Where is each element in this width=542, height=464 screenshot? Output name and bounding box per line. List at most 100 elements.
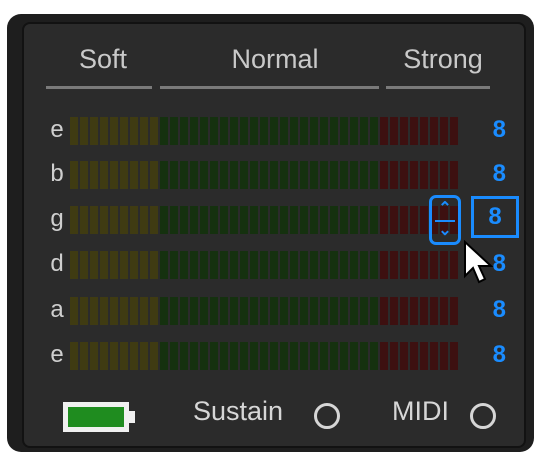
- meter-segment: [360, 342, 368, 370]
- meter-segment: [440, 117, 448, 145]
- meter-segment: [220, 297, 228, 325]
- meter-segment: [380, 161, 388, 189]
- velocity-value[interactable]: 8: [493, 340, 506, 370]
- string-label: g: [50, 205, 64, 232]
- meter-segment: [190, 297, 198, 325]
- meter-segment: [340, 297, 348, 325]
- meter-segment: [160, 206, 168, 234]
- meter-segment: [290, 251, 298, 279]
- string-row-b[interactable]: b 8: [44, 159, 514, 191]
- meter-segment: [220, 251, 228, 279]
- meter-segment: [400, 206, 408, 234]
- meter-segment: [80, 297, 88, 325]
- meter-segment: [200, 161, 208, 189]
- meter-segment: [420, 206, 428, 234]
- meter-segment: [370, 342, 378, 370]
- meter-segment: [350, 117, 358, 145]
- meter-segment: [220, 161, 228, 189]
- velocity-meter[interactable]: [70, 206, 470, 234]
- meter-segment: [370, 161, 378, 189]
- velocity-meter[interactable]: [70, 251, 470, 279]
- meter-segment: [390, 342, 398, 370]
- meter-segment: [80, 206, 88, 234]
- meter-segment: [210, 251, 218, 279]
- velocity-value[interactable]: 8: [493, 115, 506, 145]
- velocity-meter[interactable]: [70, 161, 470, 189]
- velocity-value[interactable]: 8: [493, 159, 506, 189]
- meter-segment: [200, 297, 208, 325]
- string-row-a[interactable]: a 8: [44, 295, 514, 327]
- meter-segment: [320, 117, 328, 145]
- string-row-e-low[interactable]: e 8: [44, 340, 514, 372]
- meter-segment: [430, 342, 438, 370]
- meter-segment: [400, 251, 408, 279]
- meter-segment: [440, 251, 448, 279]
- meter-segment: [170, 206, 178, 234]
- meter-segment: [340, 251, 348, 279]
- meter-segment: [140, 342, 148, 370]
- meter-segment: [220, 117, 228, 145]
- string-row-d[interactable]: d 8: [44, 249, 514, 281]
- meter-segment: [150, 297, 158, 325]
- meter-segment: [100, 206, 108, 234]
- meter-segment: [330, 251, 338, 279]
- meter-segment: [110, 297, 118, 325]
- meter-segment: [340, 342, 348, 370]
- meter-segment: [390, 161, 398, 189]
- meter-segment: [300, 342, 308, 370]
- meter-segment: [120, 161, 128, 189]
- meter-segment: [130, 161, 138, 189]
- meter-segment: [160, 251, 168, 279]
- meter-segment: [240, 342, 248, 370]
- meter-segment: [350, 206, 358, 234]
- meter-segment: [250, 251, 258, 279]
- midi-toggle[interactable]: [470, 403, 496, 429]
- meter-segment: [70, 251, 78, 279]
- value-edit-field[interactable]: 8: [471, 196, 519, 238]
- meter-segment: [420, 251, 428, 279]
- meter-segment: [240, 251, 248, 279]
- meter-segment: [280, 342, 288, 370]
- meter-segment: [330, 297, 338, 325]
- meter-segment: [260, 251, 268, 279]
- meter-segment: [100, 117, 108, 145]
- meter-segment: [250, 206, 258, 234]
- sustain-toggle[interactable]: [314, 403, 340, 429]
- meter-segment: [200, 342, 208, 370]
- meter-segment: [260, 206, 268, 234]
- meter-segment: [170, 251, 178, 279]
- meter-segment: [170, 117, 178, 145]
- meter-segment: [280, 117, 288, 145]
- string-label: d: [50, 250, 64, 277]
- meter-segment: [140, 297, 148, 325]
- meter-segment: [400, 342, 408, 370]
- stepper-up-icon[interactable]: ⌃: [432, 200, 458, 218]
- meter-segment: [330, 161, 338, 189]
- value-stepper[interactable]: ⌃ ⌄: [429, 195, 461, 245]
- header-normal: Normal: [231, 44, 319, 74]
- meter-segment: [120, 117, 128, 145]
- string-row-e-high[interactable]: e 8: [44, 115, 514, 147]
- stepper-down-icon[interactable]: ⌄: [432, 222, 458, 240]
- meter-segment: [270, 206, 278, 234]
- meter-segment: [130, 297, 138, 325]
- meter-segment: [280, 161, 288, 189]
- meter-segment: [130, 206, 138, 234]
- velocity-meter[interactable]: [70, 297, 470, 325]
- meter-segment: [140, 161, 148, 189]
- meter-segment: [320, 342, 328, 370]
- meter-segment: [450, 342, 458, 370]
- velocity-meter[interactable]: [70, 117, 470, 145]
- velocity-value[interactable]: 8: [493, 295, 506, 325]
- velocity-meter[interactable]: [70, 342, 470, 370]
- meter-segment: [340, 161, 348, 189]
- meter-segment: [350, 342, 358, 370]
- meter-segment: [310, 297, 318, 325]
- meter-segment: [250, 342, 258, 370]
- meter-segment: [220, 342, 228, 370]
- meter-segment: [240, 117, 248, 145]
- header-strong: Strong: [403, 44, 483, 74]
- meter-segment: [340, 117, 348, 145]
- meter-segment: [70, 342, 78, 370]
- meter-segment: [300, 297, 308, 325]
